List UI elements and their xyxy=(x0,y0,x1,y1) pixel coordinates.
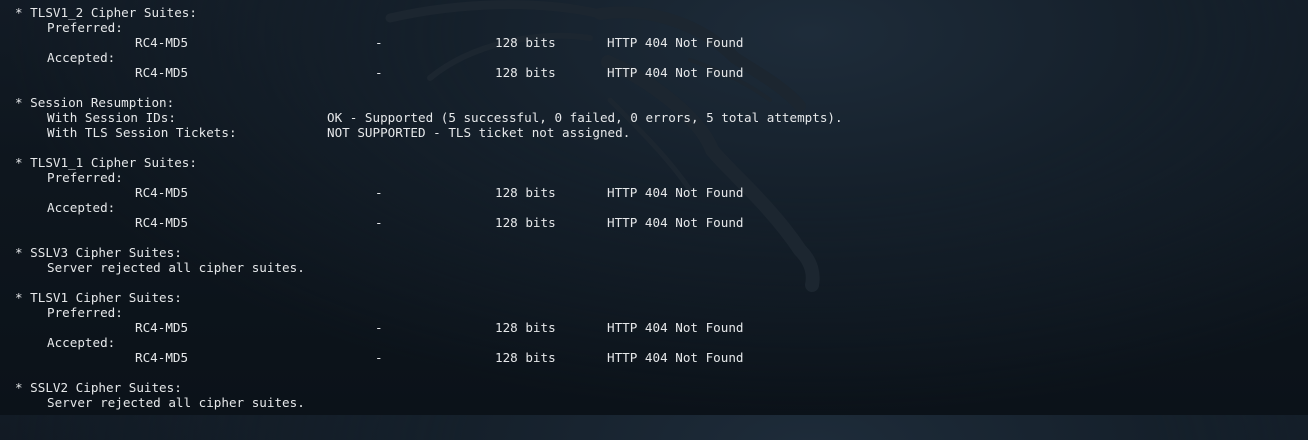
cipher-dash: - xyxy=(375,320,383,335)
cipher-bits: 128 bits xyxy=(495,35,556,50)
tlsv1-header: * TLSV1 Cipher Suites: xyxy=(15,290,182,305)
session-tickets-row: With TLS Session Tickets: NOT SUPPORTED … xyxy=(0,125,630,140)
sslv3-header: * SSLV3 Cipher Suites: xyxy=(15,245,182,260)
cipher-http-status: HTTP 404 Not Found xyxy=(607,65,744,80)
tlsv1-accepted-label: Accepted: xyxy=(47,335,116,350)
cipher-http-status: HTTP 404 Not Found xyxy=(607,35,744,50)
session-ids-value: OK - Supported (5 successful, 0 failed, … xyxy=(327,110,843,125)
cipher-name: RC4-MD5 xyxy=(135,65,189,80)
cipher-http-status: HTTP 404 Not Found xyxy=(607,350,744,365)
cipher-name: RC4-MD5 xyxy=(135,350,189,365)
session-tickets-label: With TLS Session Tickets: xyxy=(47,125,237,140)
cipher-name: RC4-MD5 xyxy=(135,35,189,50)
session-ids-row: With Session IDs: OK - Supported (5 succ… xyxy=(0,110,843,125)
tlsv1-2-preferred-label: Preferred: xyxy=(47,20,123,35)
cipher-http-status: HTTP 404 Not Found xyxy=(607,320,744,335)
cipher-dash: - xyxy=(375,65,383,80)
tlsv1-1-accepted-label: Accepted: xyxy=(47,200,116,215)
cipher-name: RC4-MD5 xyxy=(135,185,189,200)
cipher-http-status: HTTP 404 Not Found xyxy=(607,215,744,230)
cipher-dash: - xyxy=(375,35,383,50)
cipher-name: RC4-MD5 xyxy=(135,215,189,230)
cipher-row: RC4-MD5 - 128 bits HTTP 404 Not Found xyxy=(0,65,743,80)
cipher-row: RC4-MD5 - 128 bits HTTP 404 Not Found xyxy=(0,215,743,230)
cipher-dash: - xyxy=(375,350,383,365)
cipher-row: RC4-MD5 - 128 bits HTTP 404 Not Found xyxy=(0,350,743,365)
cipher-bits: 128 bits xyxy=(495,350,556,365)
terminal-output: * TLSV1_2 Cipher Suites: Preferred: RC4-… xyxy=(0,0,1308,415)
session-ids-label: With Session IDs: xyxy=(47,110,176,125)
tlsv1-1-header: * TLSV1_1 Cipher Suites: xyxy=(15,155,197,170)
cipher-row: RC4-MD5 - 128 bits HTTP 404 Not Found xyxy=(0,35,743,50)
sslv2-message: Server rejected all cipher suites. xyxy=(47,395,305,410)
cipher-row: RC4-MD5 - 128 bits HTTP 404 Not Found xyxy=(0,320,743,335)
tlsv1-2-accepted-label: Accepted: xyxy=(47,50,116,65)
tlsv1-preferred-label: Preferred: xyxy=(47,305,123,320)
cipher-bits: 128 bits xyxy=(495,215,556,230)
session-resumption-header: * Session Resumption: xyxy=(15,95,175,110)
tlsv1-1-preferred-label: Preferred: xyxy=(47,170,123,185)
cipher-row: RC4-MD5 - 128 bits HTTP 404 Not Found xyxy=(0,185,743,200)
session-tickets-value: NOT SUPPORTED - TLS ticket not assigned. xyxy=(327,125,631,140)
cipher-dash: - xyxy=(375,215,383,230)
cipher-bits: 128 bits xyxy=(495,320,556,335)
cipher-bits: 128 bits xyxy=(495,65,556,80)
sslv3-message: Server rejected all cipher suites. xyxy=(47,260,305,275)
cipher-bits: 128 bits xyxy=(495,185,556,200)
cipher-http-status: HTTP 404 Not Found xyxy=(607,185,744,200)
sslv2-header: * SSLV2 Cipher Suites: xyxy=(15,380,182,395)
cipher-name: RC4-MD5 xyxy=(135,320,189,335)
tlsv1-2-header: * TLSV1_2 Cipher Suites: xyxy=(15,5,197,20)
cipher-dash: - xyxy=(375,185,383,200)
